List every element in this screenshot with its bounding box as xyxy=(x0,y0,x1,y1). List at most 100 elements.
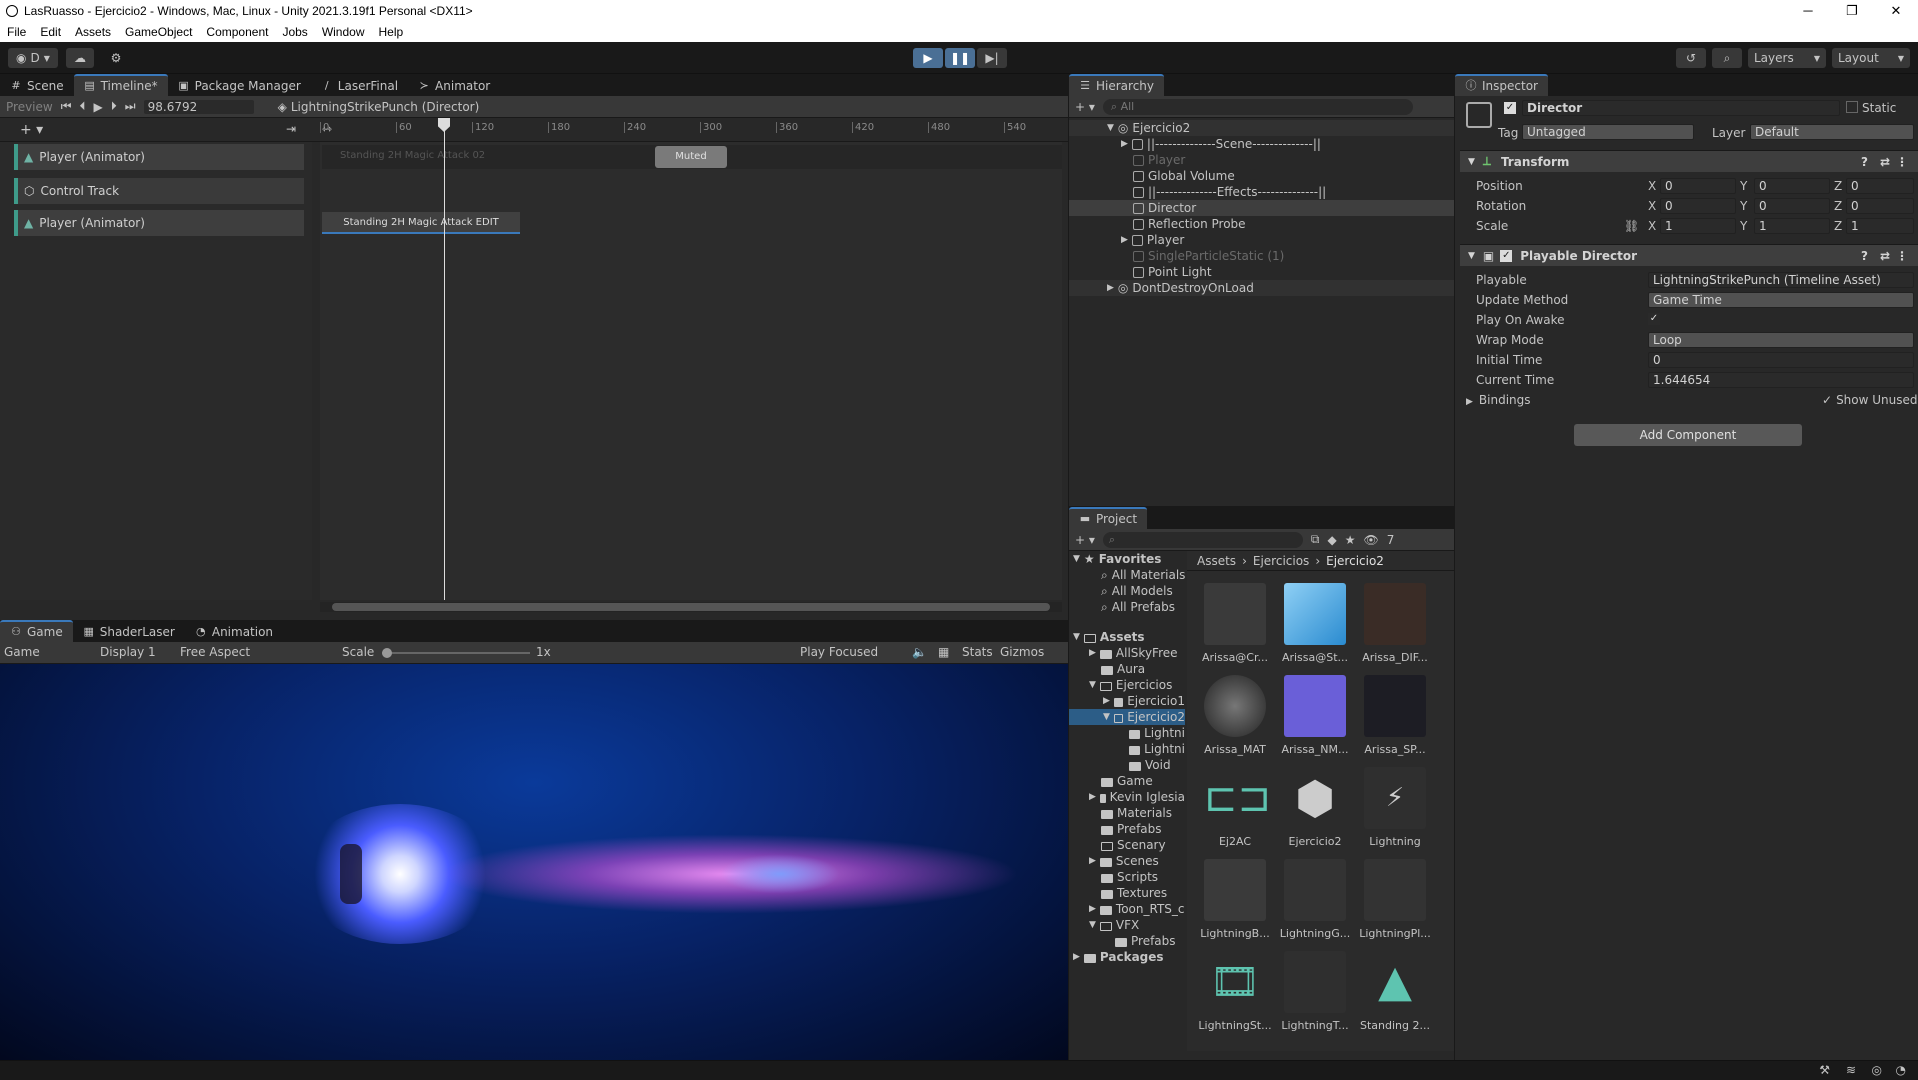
stats-button[interactable]: Stats xyxy=(962,645,993,659)
folder-item[interactable]: ▶ Kevin Iglesia xyxy=(1069,789,1185,805)
history-button[interactable]: ↺ xyxy=(1676,48,1706,68)
project-add-button[interactable]: + ▾ xyxy=(1075,533,1095,547)
folder-item[interactable]: Aura xyxy=(1069,661,1185,677)
play-focused-dropdown[interactable]: Play Focused xyxy=(800,645,878,659)
account-button[interactable]: ◉ D ▼ xyxy=(8,48,58,68)
add-track-button[interactable]: + ▾ xyxy=(20,122,43,138)
progress-icon[interactable]: ◎ xyxy=(1872,1063,1882,1077)
playable-director-header[interactable]: ▼ ▣ ✓ Playable Director? ⇄ ⋮ xyxy=(1460,244,1918,266)
asset-item[interactable]: Arissa_DIF... xyxy=(1357,583,1433,664)
hierarchy-item[interactable]: Reflection Probe xyxy=(1069,216,1454,232)
hierarchy-item[interactable]: ||--------------Effects--------------|| xyxy=(1069,184,1454,200)
asset-item[interactable]: Arissa@Cr... xyxy=(1197,583,1273,664)
tab-shaderlaser[interactable]: ▦ ShaderLaser xyxy=(73,622,185,642)
frame-field[interactable]: 98.6792 xyxy=(143,99,254,114)
folder-item[interactable]: ▶ AllSkyFree xyxy=(1069,645,1185,661)
asset-item[interactable]: Arissa_MAT xyxy=(1197,675,1273,756)
add-component-button[interactable]: Add Component xyxy=(1574,424,1802,446)
scale-z-field[interactable]: 1 xyxy=(1846,218,1914,234)
preview-button[interactable]: Preview xyxy=(6,100,53,114)
tab-laserfinal[interactable]: / LaserFinal xyxy=(311,76,408,96)
help-icon[interactable]: ? xyxy=(1861,249,1868,263)
rotation-x-field[interactable]: 0 xyxy=(1660,198,1736,214)
asset-item[interactable]: Arissa_NM... xyxy=(1277,675,1353,756)
next-frame-icon[interactable]: ⏵ xyxy=(111,99,117,114)
hierarchy-item[interactable]: ▶ ||--------------Scene--------------|| xyxy=(1069,136,1454,152)
collab-button[interactable]: ⚙ xyxy=(104,48,128,68)
track-control[interactable]: ⬡ Control Track xyxy=(14,178,304,204)
folder-item[interactable]: Lightni xyxy=(1069,741,1185,757)
scale-x-field[interactable]: 1 xyxy=(1660,218,1736,234)
hierarchy-item[interactable]: SingleParticleStatic (1) xyxy=(1069,248,1454,264)
rotation-z-field[interactable]: 0 xyxy=(1846,198,1914,214)
object-name-field[interactable]: Director xyxy=(1522,100,1840,116)
favorite-star-icon[interactable]: ★ xyxy=(1345,533,1356,547)
preset-icon[interactable]: ⇄ xyxy=(1880,249,1890,263)
position-y-field[interactable]: 0 xyxy=(1754,178,1830,194)
menu-assets[interactable]: Assets xyxy=(68,25,118,39)
project-search-input[interactable]: ⌕ xyxy=(1102,531,1303,548)
pause-button[interactable]: ❚❚ xyxy=(945,48,975,68)
playhead[interactable] xyxy=(444,118,445,600)
update-method-dropdown[interactable]: Game Time xyxy=(1648,292,1914,308)
asset-item[interactable]: ⊏⊐ Ej2AC xyxy=(1197,767,1273,848)
hidden-count-icon[interactable]: 👁 xyxy=(1363,533,1378,547)
asset-item[interactable]: ⚡ Lightning xyxy=(1357,767,1433,848)
static-checkbox[interactable] xyxy=(1846,101,1858,113)
tab-hierarchy[interactable]: ☰ Hierarchy xyxy=(1069,74,1165,96)
folder-item-selected[interactable]: ▼ Ejercicio2 xyxy=(1069,709,1185,725)
prev-frame-icon[interactable]: ⏴ xyxy=(80,99,86,114)
breadcrumb-ejercicios[interactable]: Ejercicios xyxy=(1253,554,1309,568)
tab-animation[interactable]: ◔ Animation xyxy=(185,622,283,642)
stats-icon[interactable]: ▦ xyxy=(938,645,949,659)
horizontal-scrollbar[interactable] xyxy=(320,602,1062,612)
folder-item[interactable]: Scenary xyxy=(1069,837,1185,853)
play-on-awake-checkbox[interactable]: ✓ xyxy=(1648,313,1660,325)
hierarchy-add-button[interactable]: + ▾ xyxy=(1075,100,1095,114)
menu-file[interactable]: File xyxy=(0,25,33,39)
close-button[interactable]: ✕ xyxy=(1874,0,1918,22)
menu-window[interactable]: Window xyxy=(315,25,372,39)
folder-item[interactable]: Lightni xyxy=(1069,725,1185,741)
cloud-button[interactable]: ☁ xyxy=(66,48,94,68)
show-unused-toggle[interactable]: ✓ Show Unused xyxy=(1822,393,1918,407)
folder-item[interactable]: ▼ VFX xyxy=(1069,917,1185,933)
tab-game[interactable]: ⚇ Game xyxy=(0,620,73,642)
wrap-mode-dropdown[interactable]: Loop xyxy=(1648,332,1914,348)
layer-dropdown[interactable]: Default xyxy=(1750,124,1914,140)
tag-dropdown[interactable]: Untagged xyxy=(1522,124,1694,140)
display-dropdown[interactable]: Display 1 xyxy=(100,645,156,659)
folder-item[interactable]: Textures xyxy=(1069,885,1185,901)
notification-icon[interactable]: ◔ xyxy=(1896,1063,1906,1077)
transform-header[interactable]: ▼ ⟂ Transform? ⇄ ⋮ xyxy=(1460,150,1918,172)
folder-item[interactable]: Prefabs xyxy=(1069,933,1185,949)
filter-label-icon[interactable]: ◆ xyxy=(1327,533,1336,547)
mute-audio-icon[interactable]: 🔈 xyxy=(912,645,927,659)
layers-status-icon[interactable]: ≋ xyxy=(1846,1063,1856,1077)
track-player-animator-1[interactable]: ▲ Player (Animator) xyxy=(14,144,304,170)
gizmos-dropdown[interactable]: Gizmos xyxy=(1000,645,1044,659)
folder-item[interactable]: ▶ Scenes xyxy=(1069,853,1185,869)
filter-type-icon[interactable]: ⧉ xyxy=(1311,532,1320,547)
help-icon[interactable]: ? xyxy=(1861,155,1868,169)
asset-item[interactable]: 🎞 LightningSt... xyxy=(1197,951,1273,1032)
play-button[interactable]: ▶ xyxy=(913,48,943,68)
game-mode-dropdown[interactable]: Game xyxy=(4,645,40,659)
menu-component[interactable]: Component xyxy=(199,25,275,39)
rotation-y-field[interactable]: 0 xyxy=(1754,198,1830,214)
asset-item[interactable]: LightningB... xyxy=(1197,859,1273,940)
kebab-icon[interactable]: ⋮ xyxy=(1896,155,1908,169)
layout-dropdown[interactable]: Layout ▼ xyxy=(1832,48,1910,68)
assets-header[interactable]: ▼ Assets xyxy=(1069,629,1185,645)
favorite-item[interactable]: ⌕ All Materials xyxy=(1069,567,1185,583)
scene-ejercicio2[interactable]: ▼ ◎ Ejercicio2 xyxy=(1069,120,1454,136)
menu-gameobject[interactable]: GameObject xyxy=(118,25,199,39)
ripple-icon[interactable]: ⇥ xyxy=(286,122,296,136)
clip-standing-attack-02[interactable]: Standing 2H Magic Attack 02 xyxy=(340,150,485,161)
asset-item[interactable]: ⬢ Ejercicio2 xyxy=(1277,767,1353,848)
folder-item[interactable]: Game xyxy=(1069,773,1185,789)
active-checkbox[interactable]: ✓ xyxy=(1504,102,1516,114)
director-selector[interactable]: ◈ LightningStrikePunch (Director) xyxy=(278,100,480,114)
packages-header[interactable]: ▶ Packages xyxy=(1069,949,1185,965)
current-time-field[interactable]: 1.644654 xyxy=(1648,372,1914,388)
